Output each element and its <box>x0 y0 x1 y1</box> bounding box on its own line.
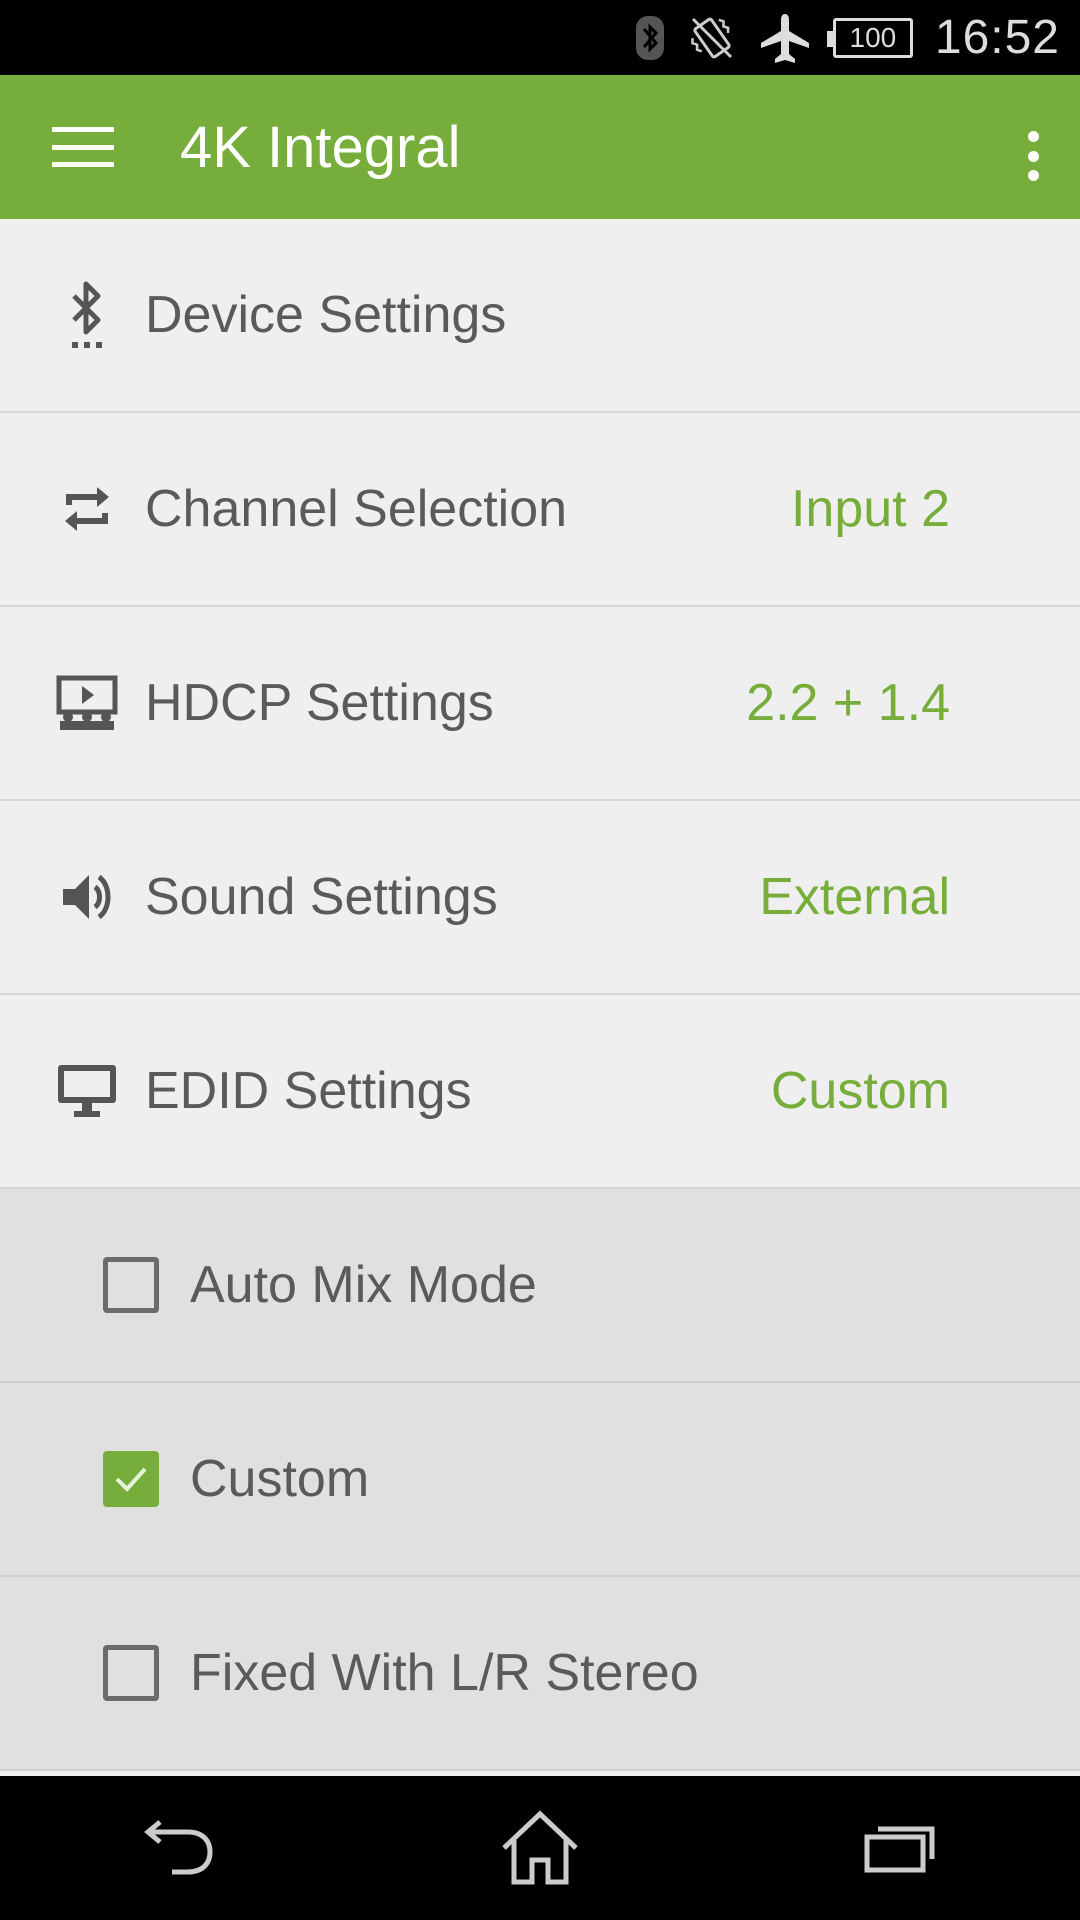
edid-option-fixed-lr-stereo[interactable]: Fixed With L/R Stereo <box>0 1577 1080 1771</box>
swap-icon <box>55 477 119 541</box>
settings-row-edid[interactable]: EDID Settings Custom <box>0 995 1080 1189</box>
checkbox-icon[interactable] <box>103 1257 159 1313</box>
settings-row-device[interactable]: Device Settings <box>0 219 1080 413</box>
hamburger-menu-icon[interactable] <box>52 127 114 167</box>
settings-row-label: EDID Settings <box>145 1062 472 1120</box>
status-bar: 100 16:52 <box>0 0 1080 75</box>
status-clock: 16:52 <box>934 11 1060 64</box>
bluetooth-icon <box>635 15 665 61</box>
back-icon[interactable] <box>130 1798 230 1898</box>
home-icon[interactable] <box>490 1798 590 1898</box>
settings-row-value: Input 2 <box>790 480 950 538</box>
settings-row-value: 2.2 + 1.4 <box>746 674 950 732</box>
battery-icon: 100 <box>826 17 913 58</box>
edid-option-auto-mix-mode[interactable]: Auto Mix Mode <box>0 1189 1080 1383</box>
settings-row-label: HDCP Settings <box>145 674 494 732</box>
settings-row-hdcp[interactable]: HDCP Settings 2.2 + 1.4 <box>0 607 1080 801</box>
settings-row-value: Custom <box>770 1062 950 1120</box>
settings-row-sound[interactable]: Sound Settings External <box>0 801 1080 995</box>
checkbox-icon[interactable] <box>103 1645 159 1701</box>
bluetooth-settings-icon <box>55 281 119 348</box>
navigation-bar <box>0 1776 1080 1920</box>
volume-icon <box>55 865 119 929</box>
settings-row-label: Device Settings <box>145 286 507 344</box>
battery-level: 100 <box>849 21 897 53</box>
vibrate-icon <box>687 13 737 63</box>
app-title: 4K Integral <box>180 114 461 180</box>
settings-row-value: External <box>759 868 950 926</box>
settings-row-label: Channel Selection <box>145 480 568 538</box>
edid-option-custom[interactable]: Custom <box>0 1383 1080 1577</box>
settings-row-channel-selection[interactable]: Channel Selection Input 2 <box>0 413 1080 607</box>
settings-row-label: Sound Settings <box>145 868 498 926</box>
checkbox-checked-icon[interactable] <box>103 1451 159 1507</box>
monitor-icon <box>55 1059 119 1123</box>
more-vertical-icon[interactable] <box>1026 131 1040 181</box>
edid-option-label: Auto Mix Mode <box>190 1256 537 1314</box>
settings-list: Device Settings Channel Selection Input … <box>0 219 1080 1771</box>
presentation-icon <box>55 671 119 735</box>
recents-icon[interactable] <box>850 1798 950 1898</box>
airplane-mode-icon <box>759 12 811 64</box>
edid-option-label: Custom <box>190 1450 370 1508</box>
app-bar: 4K Integral <box>0 75 1080 219</box>
edid-option-label: Fixed With L/R Stereo <box>190 1644 699 1702</box>
